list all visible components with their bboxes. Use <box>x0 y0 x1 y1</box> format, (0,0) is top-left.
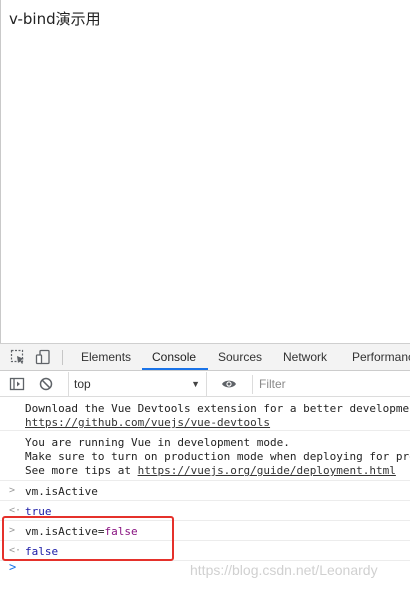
tab-network[interactable]: Network <box>283 344 327 371</box>
highlight-box <box>2 516 174 561</box>
console-input-row: > vm.isActive <box>0 482 410 501</box>
input-chevron-icon: > <box>9 485 16 496</box>
tabbar-divider <box>62 350 63 365</box>
page-heading: v-bind演示用 <box>9 10 101 28</box>
tab-performance[interactable]: Performanc <box>352 344 410 371</box>
message-text: You are running Vue in development mode. <box>25 436 290 449</box>
context-value: top <box>74 377 91 391</box>
sidebar-icon[interactable] <box>9 376 25 392</box>
devtools-extension-message: Download the Vue Devtools extension for … <box>0 398 410 431</box>
devtools-link[interactable]: https://github.com/vuejs/vue-devtools <box>25 416 270 429</box>
clear-icon[interactable] <box>38 376 54 392</box>
message-text: Download the Vue Devtools extension for … <box>25 402 410 415</box>
devtools-tabbar: Elements Console Sources Network Perform… <box>0 344 410 371</box>
message-text: Make sure to turn on production mode whe… <box>25 450 410 463</box>
page-viewport: v-bind演示用 <box>0 0 410 343</box>
tab-elements[interactable]: Elements <box>81 344 131 371</box>
inspect-icon[interactable] <box>10 349 26 365</box>
eye-icon[interactable] <box>221 376 237 392</box>
watermark: https://blog.csdn.net/Leonardy <box>190 562 378 578</box>
console-prompt-icon[interactable]: > <box>9 560 16 574</box>
dev-mode-message: You are running Vue in development mode.… <box>0 432 410 481</box>
console-input-text: vm.isActive <box>25 485 98 498</box>
active-tab-indicator <box>142 368 208 370</box>
viewport-left-border <box>0 0 1 343</box>
tab-sources[interactable]: Sources <box>218 344 262 371</box>
tab-console[interactable]: Console <box>152 344 196 371</box>
deployment-guide-link[interactable]: https://vuejs.org/guide/deployment.html <box>138 464 396 477</box>
device-icon[interactable] <box>35 349 51 365</box>
message-text: See more tips at <box>25 464 138 477</box>
context-selector[interactable]: top ▼ <box>68 372 207 397</box>
filter-input[interactable]: Filter <box>252 375 410 394</box>
message-tips-line: See more tips at https://vuejs.org/guide… <box>25 464 396 477</box>
console-toolbar: top ▼ Filter <box>0 372 410 397</box>
output-arrow-icon: <· <box>9 505 22 516</box>
dropdown-arrow-icon: ▼ <box>191 379 200 389</box>
